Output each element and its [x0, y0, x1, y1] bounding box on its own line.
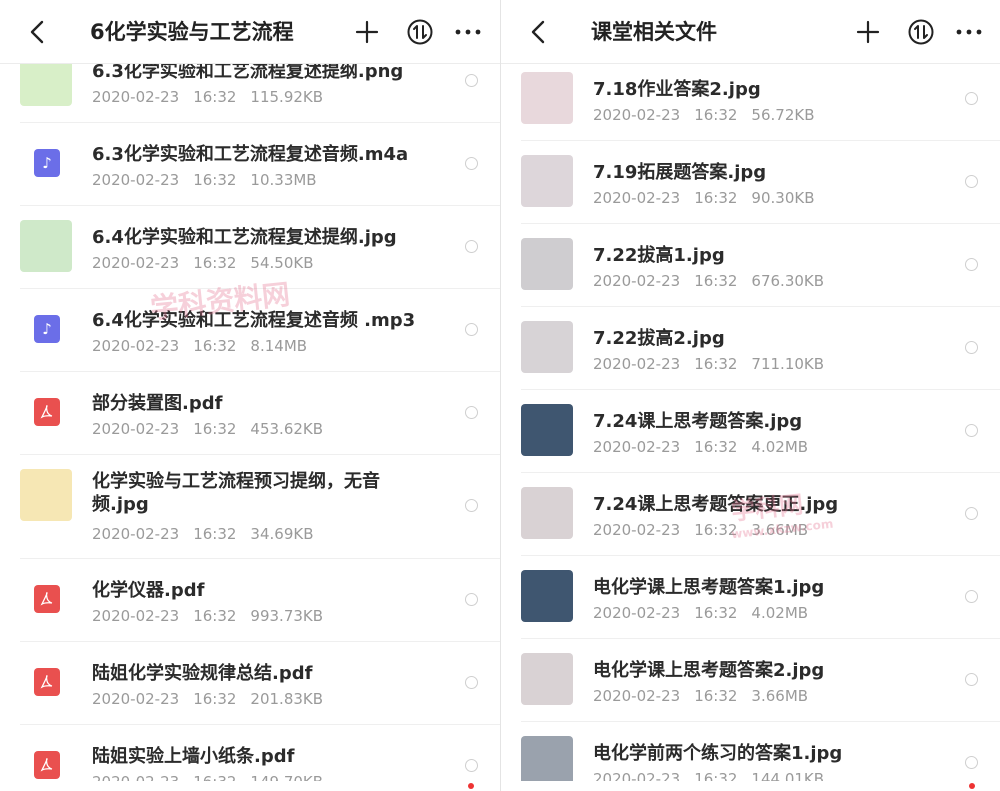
select-radio[interactable]	[965, 175, 978, 188]
file-name: 电化学课上思考题答案2.jpg	[593, 660, 825, 681]
image-thumbnail	[521, 404, 573, 456]
list-item[interactable]: 陆姐化学实验规律总结.pdf 2020-02-23 16:32 201.83KB	[20, 642, 500, 725]
more-icon[interactable]	[451, 14, 485, 50]
file-meta: 2020-02-23 16:32 993.73KB	[92, 607, 324, 625]
select-radio[interactable]	[465, 406, 478, 419]
file-name: 电化学课上思考题答案1.jpg	[593, 577, 825, 598]
select-radio[interactable]	[465, 157, 478, 170]
file-meta: 2020-02-2316:32149.70KB	[92, 773, 337, 781]
file-name: 化学仪器.pdf	[92, 580, 205, 601]
file-meta: 2020-02-23 16:32 676.30KB	[593, 272, 825, 290]
file-list: 7.18作业答案2.jpg 2020-02-23 16:32 56.72KB 7.1…	[501, 58, 1000, 781]
list-item[interactable]: 化学仪器.pdf 2020-02-23 16:32 993.73KB	[20, 559, 500, 642]
right-screen: 课堂相关文件 7.18作业答案2.jpg 2020-02-23 16:32 56.7…	[501, 0, 1000, 791]
file-name: 陆姐实验上墙小纸条.pdf	[92, 746, 295, 767]
select-radio[interactable]	[965, 673, 978, 686]
file-meta: 2020-02-23 16:32 90.30KB	[593, 189, 815, 207]
file-name: 6.4化学实验和工艺流程复述提纲.jpg	[92, 227, 397, 248]
notification-dot	[969, 783, 975, 789]
pdf-file-icon	[34, 398, 60, 426]
page-title: 课堂相关文件	[591, 20, 717, 44]
pdf-file-icon	[34, 585, 60, 613]
list-item[interactable]: ♪ 6.3化学实验和工艺流程复述音频.m4a 2020-02-23 16:32 10…	[20, 123, 500, 206]
more-icon[interactable]	[952, 14, 986, 50]
select-radio[interactable]	[965, 590, 978, 603]
page-title: 6化学实验与工艺流程	[90, 20, 294, 44]
file-list: 6.3化学实验和工艺流程复述提纲.png 2020-02-23 16:32 115.…	[0, 40, 500, 781]
file-meta: 2020-02-23 16:32 453.62KB	[92, 420, 324, 438]
file-meta: 2020-02-23 16:32 4.02MB	[593, 604, 809, 622]
file-name: 7.18作业答案2.jpg	[593, 79, 761, 100]
file-meta: 2020-02-23 16:32 201.83KB	[92, 690, 324, 708]
list-item[interactable]: 7.19拓展题答案.jpg 2020-02-23 16:32 90.30KB	[521, 141, 1000, 224]
list-item[interactable]: 7.18作业答案2.jpg 2020-02-23 16:32 56.72KB	[521, 58, 1000, 141]
list-item[interactable]: 部分装置图.pdf 2020-02-23 16:32 453.62KB	[20, 372, 500, 455]
sort-icon[interactable]	[904, 14, 938, 50]
notification-dot	[468, 783, 474, 789]
file-name: 7.24课上思考题答案.jpg	[593, 411, 803, 432]
file-meta: 2020-02-23 16:32 711.10KB	[593, 355, 825, 373]
list-item[interactable]: 7.22拔高1.jpg 2020-02-23 16:32 676.30KB	[521, 224, 1000, 307]
select-radio[interactable]	[965, 756, 978, 769]
list-item[interactable]: 化学实验与工艺流程预习提纲，无音频.jpg 2020-02-23 16:32 34.…	[20, 455, 500, 559]
file-name: 6.3化学实验和工艺流程复述音频.m4a	[92, 144, 409, 165]
file-meta: 2020-02-23 16:32 56.72KB	[593, 106, 815, 124]
image-thumbnail	[521, 72, 573, 124]
image-thumbnail	[521, 736, 573, 781]
image-thumbnail	[521, 155, 573, 207]
list-item[interactable]: 电化学课上思考题答案2.jpg 2020-02-23 16:32 3.66MB	[521, 639, 1000, 722]
image-thumbnail	[521, 321, 573, 373]
top-bar: 6化学实验与工艺流程	[0, 0, 500, 64]
top-bar: 课堂相关文件	[501, 0, 1000, 64]
file-meta: 2020-02-23 16:32 34.69KB	[92, 525, 314, 543]
select-radio[interactable]	[465, 759, 478, 772]
select-radio[interactable]	[465, 74, 478, 87]
file-name: 化学实验与工艺流程预习提纲，无音频.jpg	[92, 471, 380, 515]
select-radio[interactable]	[965, 258, 978, 271]
file-meta: 2020-02-23 16:32 3.66MB	[593, 687, 809, 705]
list-item[interactable]: 7.22拔高2.jpg 2020-02-23 16:32 711.10KB	[521, 307, 1000, 390]
file-meta: 2020-02-23 16:32 144.01KB	[593, 770, 825, 781]
image-thumbnail	[521, 653, 573, 705]
sort-icon[interactable]	[403, 14, 437, 50]
image-thumbnail	[521, 487, 573, 539]
image-thumbnail	[20, 220, 72, 272]
file-name: 电化学前两个练习的答案1.jpg	[593, 743, 843, 764]
file-meta: 2020-02-23 16:32 115.92KB	[92, 88, 324, 106]
select-radio[interactable]	[965, 507, 978, 520]
left-screen: 6化学实验与工艺流程 6.3化学实验和工艺流程复述提纲.png 2020-02-…	[0, 0, 500, 791]
plus-icon[interactable]	[851, 14, 885, 50]
file-name: 7.22拔高1.jpg	[593, 245, 725, 266]
select-radio[interactable]	[965, 92, 978, 105]
select-radio[interactable]	[465, 676, 478, 689]
file-name: 部分装置图.pdf	[92, 393, 223, 414]
select-radio[interactable]	[965, 424, 978, 437]
select-radio[interactable]	[965, 341, 978, 354]
audio-file-icon: ♪	[34, 149, 60, 177]
list-item[interactable]: 陆姐实验上墙小纸条.pdf 2020-02-2316:32149.70KB	[20, 725, 500, 781]
file-meta: 2020-02-23 16:32 10.33MB	[92, 171, 317, 189]
file-name: 7.22拔高2.jpg	[593, 328, 725, 349]
back-arrow-icon[interactable]	[523, 14, 553, 50]
pdf-file-icon	[34, 668, 60, 696]
file-meta: 2020-02-23 16:32 54.50KB	[92, 254, 314, 272]
list-item[interactable]: 电化学前两个练习的答案1.jpg 2020-02-23 16:32 144.01KB	[521, 722, 1000, 781]
file-meta: 2020-02-23 16:32 4.02MB	[593, 438, 809, 456]
pdf-file-icon	[34, 751, 60, 779]
list-item[interactable]: 7.24课上思考题答案.jpg 2020-02-23 16:32 4.02MB	[521, 390, 1000, 473]
audio-file-icon: ♪	[34, 315, 60, 343]
back-arrow-icon[interactable]	[22, 14, 52, 50]
image-thumbnail	[20, 469, 72, 521]
file-name: 陆姐化学实验规律总结.pdf	[92, 663, 313, 684]
select-radio[interactable]	[465, 499, 478, 512]
image-thumbnail	[521, 238, 573, 290]
image-thumbnail	[521, 570, 573, 622]
list-item[interactable]: 电化学课上思考题答案1.jpg 2020-02-23 16:32 4.02MB	[521, 556, 1000, 639]
select-radio[interactable]	[465, 593, 478, 606]
select-radio[interactable]	[465, 240, 478, 253]
file-name: 7.19拓展题答案.jpg	[593, 162, 767, 183]
select-radio[interactable]	[465, 323, 478, 336]
file-meta: 2020-02-23 16:32 8.14MB	[92, 337, 308, 355]
plus-icon[interactable]	[350, 14, 384, 50]
